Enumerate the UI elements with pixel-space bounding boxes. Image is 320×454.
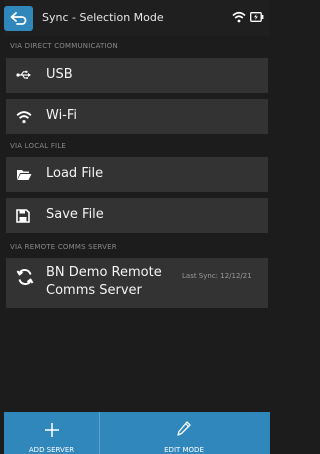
wifi-icon bbox=[16, 111, 32, 124]
plus-icon bbox=[45, 423, 59, 437]
last-sync-text: Last Sync: 12/12/21 bbox=[182, 272, 252, 280]
page-title: Sync - Selection Mode bbox=[42, 11, 164, 24]
usb-icon bbox=[16, 70, 31, 79]
usb-label: USB bbox=[46, 67, 73, 82]
edit-mode-button[interactable]: EDIT MODE bbox=[100, 412, 268, 454]
save-icon bbox=[16, 209, 30, 223]
wifi-label: Wi-Fi bbox=[46, 108, 78, 123]
list-item-usb[interactable]: USB bbox=[6, 58, 268, 93]
load-file-label: Load File bbox=[46, 166, 104, 181]
bottom-action-bar: ADD SERVER EDIT MODE bbox=[4, 412, 270, 454]
folder-icon bbox=[17, 170, 32, 180]
battery-icon bbox=[250, 12, 264, 22]
section-label-remote: VIA REMOTE COMMS SERVER bbox=[10, 243, 117, 251]
save-file-label: Save File bbox=[46, 207, 104, 222]
section-label-direct: VIA DIRECT COMMUNICATION bbox=[10, 42, 118, 50]
list-item-wifi[interactable]: Wi-Fi bbox=[6, 99, 268, 134]
section-label-local: VIA LOCAL FILE bbox=[10, 142, 67, 150]
list-item-save-file[interactable]: Save File bbox=[6, 198, 268, 233]
app-frame: Sync - Selection Mode VIA DIRECT COMMUNI… bbox=[4, 0, 270, 454]
sync-icon bbox=[16, 269, 34, 285]
add-server-label: ADD SERVER bbox=[28, 446, 75, 454]
server-item[interactable]: BN Demo Remote Comms Server Last Sync: 1… bbox=[6, 258, 268, 308]
back-button[interactable] bbox=[4, 6, 33, 31]
list-item-load-file[interactable]: Load File bbox=[6, 157, 268, 192]
pencil-icon bbox=[177, 421, 191, 436]
server-name: BN Demo Remote Comms Server bbox=[46, 265, 162, 298]
add-server-button[interactable]: ADD SERVER bbox=[4, 412, 99, 454]
edit-mode-label: EDIT MODE bbox=[164, 446, 204, 454]
header-bar: Sync - Selection Mode bbox=[4, 0, 270, 36]
wifi-icon bbox=[232, 11, 246, 23]
back-arrow-icon bbox=[10, 12, 27, 25]
